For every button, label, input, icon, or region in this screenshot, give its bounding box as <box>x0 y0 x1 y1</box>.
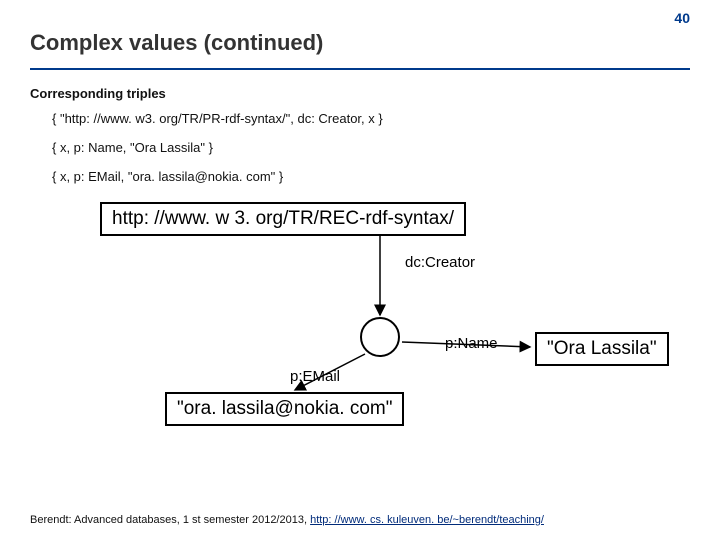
name-literal: "Ora Lassila" <box>535 332 669 366</box>
blank-node <box>360 317 400 357</box>
subhead: Corresponding triples <box>30 86 690 101</box>
footer-link: http: //www. cs. kuleuven. be/~berendt/t… <box>310 514 544 526</box>
title-area: Complex values (continued) <box>0 0 720 70</box>
triple-3: { x, p: EMail, "ora. lassila@nokia. com"… <box>52 169 690 184</box>
triple-2: { x, p: Name, "Ora Lassila" } <box>52 140 690 155</box>
footer-prefix: Berendt: Advanced databases, 1 st semest… <box>30 514 310 526</box>
email-literal: "ora. lassila@nokia. com" <box>165 392 404 426</box>
uri-node: http: //www. w 3. org/TR/REC-rdf-syntax/ <box>100 202 466 236</box>
edge-creator-label: dc:Creator <box>405 254 475 271</box>
edge-email-label: p:EMail <box>290 368 340 385</box>
page-number: 40 <box>674 10 690 26</box>
footer: Berendt: Advanced databases, 1 st semest… <box>30 514 690 526</box>
rdf-diagram: http: //www. w 3. org/TR/REC-rdf-syntax/… <box>30 202 690 432</box>
triple-1: { "http: //www. w3. org/TR/PR-rdf-syntax… <box>52 111 690 126</box>
edge-name-label: p:Name <box>445 335 498 352</box>
slide-title: Complex values (continued) <box>30 30 690 64</box>
content: Corresponding triples { "http: //www. w3… <box>0 70 720 432</box>
